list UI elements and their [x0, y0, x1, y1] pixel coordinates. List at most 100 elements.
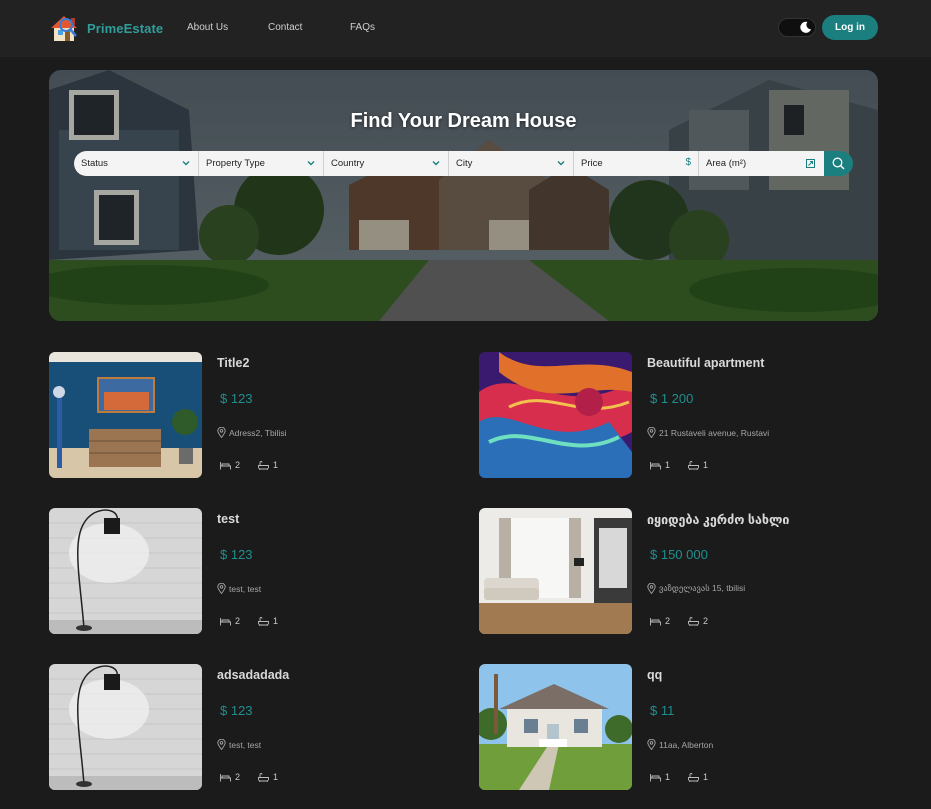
listing-price: $ 123 — [220, 391, 253, 406]
status-select[interactable]: Status — [74, 151, 199, 176]
bathrooms: 1 — [258, 460, 278, 470]
chevron-down-icon — [557, 161, 565, 166]
status-select-label: Status — [81, 158, 108, 169]
bath-icon — [688, 460, 699, 470]
listing-address: ვაზდელავას 15, tbilisi — [647, 583, 745, 594]
bathrooms: 2 — [688, 616, 708, 626]
location-pin-icon — [647, 427, 656, 438]
listing-price: $ 150 000 — [650, 547, 708, 562]
bed-icon — [220, 773, 231, 781]
listing-title[interactable]: adsadadada — [217, 668, 289, 682]
search-button[interactable] — [824, 151, 853, 176]
area-expand-icon — [806, 159, 815, 168]
country-select[interactable]: Country — [324, 151, 449, 176]
listing-title[interactable]: Beautiful apartment — [647, 356, 764, 370]
nav-contact[interactable]: Contact — [268, 22, 302, 33]
location-pin-icon — [217, 739, 226, 750]
bedrooms: 2 — [650, 616, 670, 626]
login-button[interactable]: Log in — [822, 15, 878, 40]
chevron-down-icon — [432, 161, 440, 166]
bed-icon — [650, 617, 661, 625]
city-select-label: City — [456, 158, 473, 169]
listing-address-text: 11aa, Alberton — [659, 739, 714, 750]
listing-features: 2 2 — [650, 616, 726, 626]
listing-address-text: Adress2, Tbilisi — [229, 427, 287, 438]
bedrooms: 2 — [220, 460, 240, 470]
listing-address: test, test — [217, 739, 261, 750]
area-input[interactable]: Area (m²) — [699, 151, 824, 176]
listing-card[interactable]: იყიდება კერძო სახლი $ 150 000 ვაზდელავას… — [479, 508, 869, 634]
listing-photo[interactable] — [49, 352, 202, 478]
theme-toggle[interactable] — [778, 18, 816, 37]
bathrooms-count: 1 — [273, 616, 279, 626]
listing-title[interactable]: იყიდება კერძო სახლი — [647, 512, 789, 527]
listing-address: 11aa, Alberton — [647, 739, 713, 750]
listing-features: 1 1 — [650, 772, 726, 782]
listing-title[interactable]: qq — [647, 668, 662, 682]
area-input-placeholder: Area (m²) — [706, 158, 747, 169]
bedrooms-count: 1 — [665, 460, 671, 470]
price-input-placeholder: Price — [581, 158, 603, 169]
house-logo-icon — [51, 16, 77, 41]
listing-price: $ 123 — [220, 703, 253, 718]
bathrooms: 1 — [688, 460, 708, 470]
listing-photo[interactable] — [479, 664, 632, 790]
listing-features: 1 1 — [650, 460, 726, 470]
listing-address-text: test, test — [229, 583, 262, 594]
bathrooms: 1 — [258, 616, 278, 626]
location-pin-icon — [217, 427, 226, 438]
listing-card[interactable]: qq $ 11 11aa, Alberton 1 1 — [479, 664, 869, 790]
bedrooms-count: 2 — [665, 616, 671, 626]
moon-icon — [800, 21, 812, 33]
brand-logo[interactable]: PrimeEstate — [49, 12, 163, 44]
bathrooms-count: 1 — [703, 772, 709, 782]
listing-address: 21 Rustaveli avenue, Rustavi — [647, 427, 769, 438]
bath-icon — [258, 460, 269, 470]
listing-card[interactable]: adsadadada $ 123 test, test 2 1 — [49, 664, 439, 790]
property-type-select[interactable]: Property Type — [199, 151, 324, 176]
bath-icon — [688, 616, 699, 626]
listing-card[interactable]: Title2 $ 123 Adress2, Tbilisi 2 1 — [49, 352, 439, 478]
listing-features: 2 1 — [220, 772, 296, 782]
city-select[interactable]: City — [449, 151, 574, 176]
listing-photo[interactable] — [49, 664, 202, 790]
bedrooms-count: 1 — [665, 772, 671, 782]
listing-price: $ 1 200 — [650, 391, 694, 406]
listing-address-text: 21 Rustaveli avenue, Rustavi — [659, 427, 770, 438]
hero-background-image — [49, 70, 878, 321]
bathrooms-count: 1 — [273, 772, 279, 782]
country-select-label: Country — [331, 158, 365, 169]
bathrooms-count: 1 — [703, 460, 709, 470]
chevron-down-icon — [182, 161, 190, 166]
bedrooms-count: 2 — [235, 460, 241, 470]
location-pin-icon — [647, 583, 656, 594]
listing-card[interactable]: test $ 123 test, test 2 1 — [49, 508, 439, 634]
bathrooms: 1 — [258, 772, 278, 782]
bedrooms-count: 2 — [235, 772, 241, 782]
bedrooms-count: 2 — [235, 616, 241, 626]
property-type-select-label: Property Type — [206, 158, 265, 169]
bath-icon — [688, 772, 699, 782]
nav-about-us[interactable]: About Us — [187, 22, 228, 33]
nav-faqs[interactable]: FAQs — [350, 22, 375, 33]
bedrooms: 2 — [220, 616, 240, 626]
listing-photo[interactable] — [49, 508, 202, 634]
listing-price: $ 123 — [220, 547, 253, 562]
location-pin-icon — [647, 739, 656, 750]
listing-title[interactable]: Title2 — [217, 356, 249, 370]
listing-features: 2 1 — [220, 460, 296, 470]
listing-photo[interactable] — [479, 352, 632, 478]
bath-icon — [258, 772, 269, 782]
search-filter-bar: Status Property Type Country City Price … — [74, 151, 824, 176]
listing-title[interactable]: test — [217, 512, 239, 526]
dollar-icon: $ — [685, 157, 691, 168]
bath-icon — [258, 616, 269, 626]
listing-photo[interactable] — [479, 508, 632, 634]
bathrooms-count: 1 — [273, 460, 279, 470]
bedrooms: 2 — [220, 772, 240, 782]
brand-name: PrimeEstate — [87, 20, 164, 36]
listing-card[interactable]: Beautiful apartment $ 1 200 21 Rustaveli… — [479, 352, 869, 478]
price-input[interactable]: Price $ — [574, 151, 699, 176]
bedrooms: 1 — [650, 460, 670, 470]
chevron-down-icon — [307, 161, 315, 166]
